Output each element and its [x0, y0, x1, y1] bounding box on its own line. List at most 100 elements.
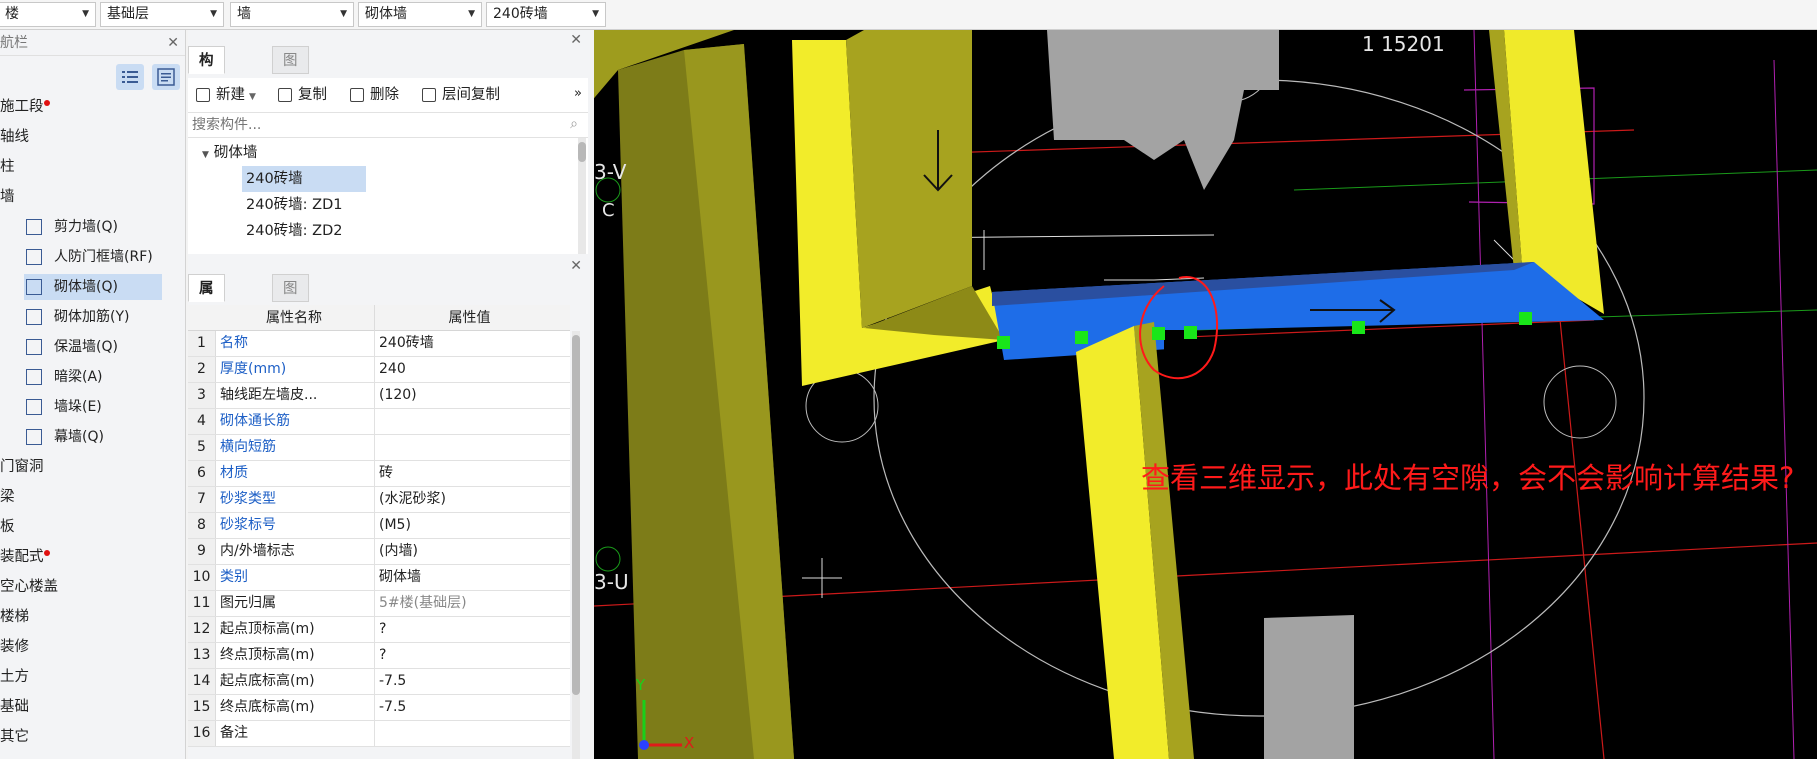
more-icon[interactable]: »: [574, 86, 582, 101]
3d-scene: [594, 30, 1817, 759]
sidebar-item[interactable]: 其它: [0, 724, 29, 750]
search-icon[interactable]: ⌕: [570, 116, 578, 132]
delete-button[interactable]: 删除: [348, 78, 399, 112]
sidebar-item[interactable]: 轴线: [0, 124, 29, 150]
sidebar-item[interactable]: 装修: [0, 634, 29, 660]
sidebar-item-label: 柱: [0, 159, 15, 175]
category-select[interactable]: 墙 ▼: [230, 2, 354, 27]
floor-select[interactable]: 基础层 ▼: [100, 2, 224, 27]
sidebar-item[interactable]: 装配式: [0, 544, 50, 570]
sidebar-item[interactable]: 幕墙(Q): [24, 424, 162, 450]
tab-layer-management[interactable]: 图层管理: [272, 274, 309, 381]
sidebar-item[interactable]: 人防门框墙(RF): [24, 244, 162, 270]
sidebar-item[interactable]: 暗梁(A): [24, 364, 162, 390]
property-name: 起点底标高(m): [220, 673, 315, 689]
table-row[interactable]: 1 名称 240砖墙: [188, 331, 570, 357]
sidebar-item-label: 砌体加筋(Y): [54, 309, 130, 325]
sidebar-item[interactable]: 保温墙(Q): [24, 334, 162, 360]
property-scrollbar[interactable]: [572, 331, 580, 759]
table-row[interactable]: 16 备注: [188, 721, 570, 747]
property-value[interactable]: [374, 435, 564, 460]
property-value[interactable]: (内墙): [374, 539, 564, 564]
sidebar-item[interactable]: 柱: [0, 154, 15, 180]
chevron-down-icon: ▼: [468, 9, 475, 19]
copy-button[interactable]: 复制: [276, 78, 327, 112]
table-row[interactable]: 15 终点底标高(m) -7.5: [188, 695, 570, 721]
close-icon[interactable]: ✕: [570, 32, 582, 48]
property-value[interactable]: (120): [374, 383, 564, 408]
sidebar-item-label: 墙垛(E): [54, 399, 102, 415]
property-value[interactable]: ?: [374, 643, 564, 668]
tree-item[interactable]: 240砖墙: ZD1: [246, 192, 343, 218]
sidebar-item-label: 其它: [0, 729, 29, 745]
3d-viewport[interactable]: 1 15201 3-V C 3-U Y X 查看三维显示，此处有空隙，会不会影响…: [594, 30, 1817, 759]
sidebar-item[interactable]: 砌体墙(Q): [24, 274, 162, 300]
sidebar-item[interactable]: 土方: [0, 664, 29, 690]
property-value[interactable]: -7.5: [374, 669, 564, 694]
sidebar-item[interactable]: 基础: [0, 694, 29, 720]
table-row[interactable]: 12 起点顶标高(m)?: [188, 617, 570, 643]
property-value[interactable]: [374, 721, 564, 746]
table-row[interactable]: 4 砌体通长筋: [188, 409, 570, 435]
sidebar-item[interactable]: 施工段: [0, 94, 50, 120]
property-value[interactable]: 240: [374, 357, 564, 382]
tree-item[interactable]: 240砖墙: ZD2: [246, 218, 343, 244]
tree-scrollbar[interactable]: [578, 138, 586, 254]
sidebar-item[interactable]: 板: [0, 514, 15, 540]
tree-item[interactable]: 240砖墙: [242, 166, 366, 192]
property-value[interactable]: 砖: [374, 461, 564, 486]
property-value[interactable]: 240砖墙: [374, 331, 564, 356]
property-name: 横向短筋: [220, 439, 276, 455]
table-row[interactable]: 14 起点底标高(m) -7.5: [188, 669, 570, 695]
close-icon[interactable]: ✕: [167, 30, 179, 56]
property-value[interactable]: 砌体墙: [374, 565, 564, 590]
sidebar-item[interactable]: 砌体加筋(Y): [24, 304, 162, 330]
table-row[interactable]: 11 图元归属 5#楼(基础层): [188, 591, 570, 617]
property-value[interactable]: ?: [374, 617, 564, 642]
tab-component-list[interactable]: 构件列表: [188, 46, 225, 153]
floor-copy-button[interactable]: 层间复制: [420, 78, 500, 112]
property-value[interactable]: [374, 409, 564, 434]
table-row[interactable]: 2 厚度(mm) 240: [188, 357, 570, 383]
sidebar-item[interactable]: 梁: [0, 484, 15, 510]
scrollbar-thumb[interactable]: [578, 142, 586, 162]
floor-selector-bar: 楼 ▼ 基础层 ▼ 墙 ▼ 砌体墙 ▼ 240砖墙 ▼: [0, 0, 1817, 30]
tab-property-list[interactable]: 属性列表: [188, 274, 225, 381]
new-icon: [196, 88, 210, 102]
tree-group-masonry-wall[interactable]: ▼ 砌体墙: [202, 140, 257, 166]
row-index: 10: [188, 565, 216, 590]
table-row[interactable]: 7 砂浆类型 (水泥砂浆): [188, 487, 570, 513]
type-select[interactable]: 砌体墙 ▼: [358, 2, 482, 27]
scrollbar-thumb[interactable]: [572, 335, 580, 695]
property-value[interactable]: 5#楼(基础层): [374, 591, 564, 616]
component-type-icon: [26, 249, 42, 265]
table-row[interactable]: 9 内/外墙标志 (内墙): [188, 539, 570, 565]
new-label: 新建: [216, 87, 245, 103]
table-row[interactable]: 13 终点顶标高(m)?: [188, 643, 570, 669]
tab-drawing-management[interactable]: 图纸管理: [272, 46, 309, 153]
table-row[interactable]: 6 材质 砖: [188, 461, 570, 487]
list-view-icon[interactable]: [116, 64, 144, 90]
component-select[interactable]: 240砖墙 ▼: [486, 2, 606, 27]
tree-group-label: 砌体墙: [213, 145, 258, 161]
building-select[interactable]: 楼 ▼: [0, 2, 96, 27]
sidebar-item[interactable]: 墙: [0, 184, 15, 210]
row-index: 16: [188, 721, 216, 746]
new-button[interactable]: 新建 ▼: [194, 78, 256, 112]
property-value[interactable]: (水泥砂浆): [374, 487, 564, 512]
sidebar-item[interactable]: 剪力墙(Q): [24, 214, 162, 240]
close-icon[interactable]: ✕: [570, 258, 582, 274]
sidebar-item[interactable]: 楼梯: [0, 604, 29, 630]
navigation-panel: 航栏 ✕ 施工段 轴线柱墙剪力墙(Q) 人防门框墙(RF) 砌体墙(Q) 砌体加筋(Y)…: [0, 30, 186, 759]
property-value[interactable]: -7.5: [374, 695, 564, 720]
table-row[interactable]: 5 横向短筋: [188, 435, 570, 461]
sidebar-item[interactable]: 门窗洞: [0, 454, 44, 480]
detail-view-icon[interactable]: [152, 64, 180, 90]
table-row[interactable]: 8 砂浆标号 (M5): [188, 513, 570, 539]
table-row[interactable]: 3 轴线距左墙皮... (120): [188, 383, 570, 409]
property-value[interactable]: (M5): [374, 513, 564, 538]
table-row[interactable]: 10 类别 砌体墙: [188, 565, 570, 591]
sidebar-item[interactable]: 墙垛(E): [24, 394, 162, 420]
search-input[interactable]: [188, 113, 548, 137]
sidebar-item[interactable]: 空心楼盖: [0, 574, 58, 600]
